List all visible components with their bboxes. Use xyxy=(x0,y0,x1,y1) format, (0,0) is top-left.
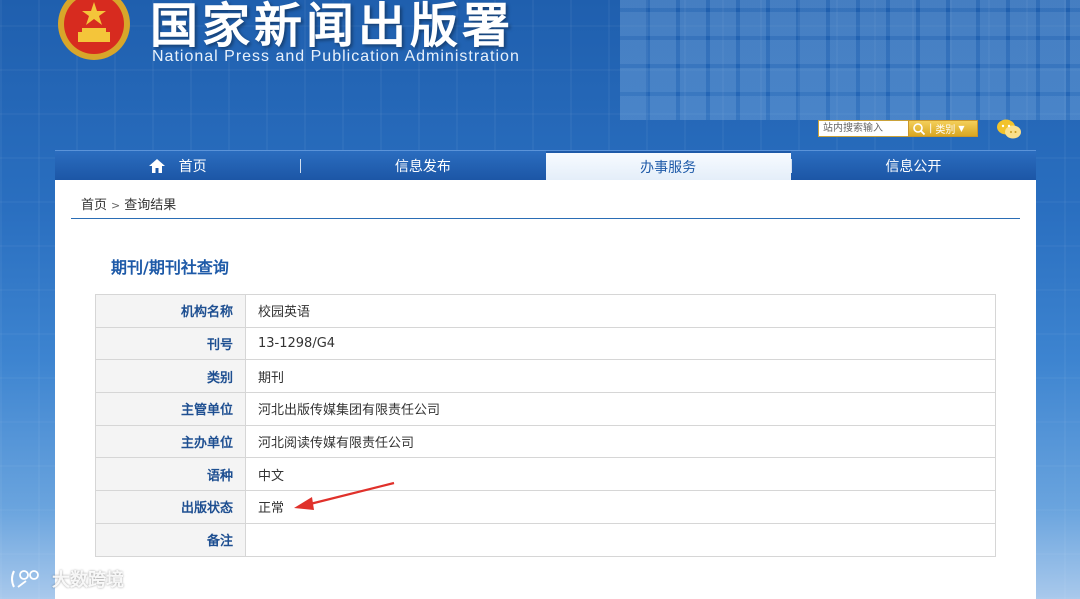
search-icon[interactable] xyxy=(912,122,926,136)
table-row: 刊号 13-1298/G4 xyxy=(95,326,996,361)
wechat-icon[interactable] xyxy=(996,118,1022,140)
row-value: 河北阅读传媒有限责任公司 xyxy=(245,424,996,459)
row-label: 刊号 xyxy=(95,326,246,361)
background-pattern-right xyxy=(620,0,1080,120)
details-table: 机构名称 校园英语 刊号 13-1298/G4 类别 期刊 主管单位 河北出版传… xyxy=(95,294,996,557)
row-label: 出版状态 xyxy=(95,490,246,524)
nav-item-home[interactable]: 首页 xyxy=(55,151,300,180)
table-row: 主办单位 河北阅读传媒有限责任公司 xyxy=(95,424,996,459)
nav-item-info-release[interactable]: 信息发布 xyxy=(300,151,545,180)
table-row: 机构名称 校园英语 xyxy=(95,294,996,328)
row-label: 语种 xyxy=(95,457,246,492)
home-icon xyxy=(148,158,165,173)
nav-item-info-disclosure[interactable]: 信息公开 xyxy=(790,151,1036,180)
main-nav: 首页 信息发布 办事服务 信息公开 xyxy=(55,150,1036,180)
table-row: 类别 期刊 xyxy=(95,359,996,394)
row-label: 机构名称 xyxy=(95,294,246,328)
breadcrumb: 首页 > 查询结果 xyxy=(81,194,176,213)
watermark: 大数跨境 xyxy=(8,566,124,592)
chevron-down-icon: ▼ xyxy=(958,124,965,133)
row-value xyxy=(245,522,996,557)
section-title: 期刊/期刊社查询 xyxy=(111,258,229,277)
row-value: 13-1298/G4 xyxy=(245,326,996,361)
row-label: 主办单位 xyxy=(95,424,246,459)
search-category-button[interactable]: | 类别 ▼ xyxy=(908,120,978,137)
row-label: 主管单位 xyxy=(95,392,246,426)
category-label: 类别 xyxy=(935,125,956,136)
row-value: 河北出版传媒集团有限责任公司 xyxy=(245,392,996,426)
row-value: 校园英语 xyxy=(245,294,996,328)
row-label: 备注 xyxy=(95,522,246,557)
nav-item-label: 信息公开 xyxy=(885,158,942,175)
site-search-input[interactable]: 站内搜索输入 xyxy=(818,120,910,137)
watermark-logo-icon xyxy=(11,570,39,588)
site-subtitle: National Press and Publication Administr… xyxy=(152,48,520,65)
breadcrumb-home-link[interactable]: 首页 xyxy=(81,198,107,213)
nav-item-label: 办事服务 xyxy=(640,159,697,176)
table-row: 语种 中文 xyxy=(95,457,996,492)
table-row: 出版状态 正常 xyxy=(95,490,996,524)
breadcrumb-current: 查询结果 xyxy=(124,198,177,213)
national-emblem-logo xyxy=(58,0,130,60)
nav-item-label: 首页 xyxy=(178,158,207,175)
nav-item-label: 信息发布 xyxy=(394,158,451,175)
main-content: 首页 > 查询结果 期刊/期刊社查询 机构名称 校园英语 刊号 13-1298/G4… xyxy=(55,180,1036,599)
table-row: 主管单位 河北出版传媒集团有限责任公司 xyxy=(95,392,996,426)
watermark-text: 大数跨境 xyxy=(52,570,124,591)
row-value: 期刊 xyxy=(245,359,996,394)
breadcrumb-divider xyxy=(71,218,1020,219)
row-label: 类别 xyxy=(95,359,246,394)
breadcrumb-separator: > xyxy=(111,199,121,212)
annotation-arrow-icon xyxy=(294,481,395,510)
table-row: 备注 xyxy=(95,522,996,557)
search-separator: | xyxy=(929,123,933,134)
nav-item-services[interactable]: 办事服务 xyxy=(545,151,791,180)
